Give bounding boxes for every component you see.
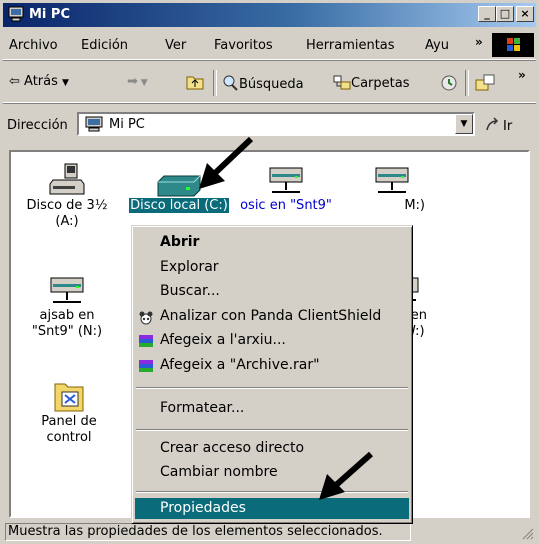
item-label: (A:): [55, 214, 79, 229]
item-label: osic en "Snt9": [240, 198, 332, 213]
ctx-search[interactable]: Buscar...: [160, 283, 220, 299]
go-label: Ir: [503, 119, 513, 134]
chevron-down-icon: ▼: [460, 119, 468, 129]
annotation-arrow-icon: [199, 136, 254, 189]
status-bar: Muestra las propiedades de los elementos…: [3, 522, 536, 542]
toolbar: ⇦ Atrás ▼ ➡ ▼ Búsqueda Carpetas »: [3, 62, 536, 103]
annotation-arrow-icon: [319, 451, 373, 500]
network-drive-icon: [50, 277, 84, 303]
item-label: "Snt9" (N:): [31, 324, 103, 339]
network-drive-m-item[interactable]: M:): [357, 162, 427, 214]
ctx-explore[interactable]: Explorar: [160, 259, 219, 275]
menu-favoritos[interactable]: Favoritos: [214, 38, 273, 53]
ctx-add-archive[interactable]: Afegeix a l'arxiu...: [160, 332, 286, 348]
ctx-create-shortcut[interactable]: Crear acceso directo: [160, 440, 304, 456]
menu-edicion[interactable]: Edición: [81, 38, 128, 53]
control-panel-item[interactable]: Panel de control: [29, 378, 109, 446]
toolbar-more-chevron[interactable]: »: [518, 68, 526, 82]
back-arrow-icon: ⇦: [9, 74, 25, 89]
minimize-button[interactable]: _: [478, 6, 496, 22]
item-label: M:): [404, 198, 425, 213]
ctx-rename[interactable]: Cambiar nombre: [160, 464, 278, 480]
resize-grip-icon[interactable]: [520, 526, 534, 540]
folders-icon: [333, 75, 351, 90]
network-drive-icon: [375, 167, 409, 193]
floppy-drive-icon: [49, 163, 85, 195]
windows-logo: [492, 33, 534, 57]
network-drive-n-item[interactable]: ajsab en "Snt9" (N:): [19, 272, 115, 340]
folders-label: Carpetas: [351, 76, 410, 91]
menu-archivo[interactable]: Archivo: [9, 38, 58, 53]
item-label: Panel de: [41, 414, 97, 429]
ctx-scan-panda[interactable]: Analizar con Panda ClientShield: [160, 308, 381, 324]
menu-separator: [136, 429, 408, 431]
ctx-format[interactable]: Formatear...: [160, 400, 244, 416]
menu-bar: Archivo Edición Ver Favoritos Herramient…: [3, 31, 536, 60]
address-bar: Dirección Mi PC ▼ Ir: [3, 105, 536, 145]
move-to-button[interactable]: [475, 74, 497, 92]
go-arrow-icon: [486, 117, 499, 131]
forward-button[interactable]: ➡ ▼: [127, 74, 148, 89]
back-dropdown-icon[interactable]: ▼: [62, 78, 69, 88]
status-text: Muestra las propiedades de los elementos…: [5, 523, 411, 541]
item-label: ajsab en: [39, 308, 95, 323]
menu-more-chevron[interactable]: »: [475, 35, 483, 49]
go-button[interactable]: Ir: [485, 117, 512, 134]
search-icon: [223, 75, 238, 91]
history-button[interactable]: [439, 74, 459, 92]
my-computer-icon: [8, 6, 24, 22]
menu-separator: [136, 387, 408, 389]
forward-arrow-icon: ➡: [127, 74, 138, 89]
move-to-icon: [475, 74, 495, 91]
ctx-properties[interactable]: Propiedades: [160, 500, 246, 516]
title-bar[interactable]: Mi PC _ □ ×: [3, 3, 536, 27]
address-value: Mi PC: [109, 117, 145, 132]
address-field[interactable]: Mi PC ▼: [77, 112, 475, 136]
history-icon: [441, 75, 457, 91]
item-label: control: [46, 430, 92, 445]
up-folder-button[interactable]: [186, 74, 204, 91]
toolbar-separator: [465, 70, 469, 96]
folder-up-icon: [186, 76, 204, 90]
address-label: Dirección: [7, 118, 68, 133]
ctx-open[interactable]: Abrir: [160, 234, 199, 250]
address-dropdown-button[interactable]: ▼: [455, 114, 473, 134]
item-label-selected: Disco local (C:): [129, 198, 229, 213]
control-panel-icon: [54, 383, 84, 412]
back-label: Atrás: [24, 74, 58, 89]
search-label: Búsqueda: [239, 77, 304, 92]
back-button[interactable]: ⇦ Atrás ▼: [9, 74, 69, 89]
toolbar-separator: [213, 70, 217, 96]
my-computer-icon: [85, 116, 103, 132]
panda-icon: [139, 311, 153, 325]
explorer-window: Mi PC _ □ × Archivo Edición Ver Favorito…: [0, 0, 539, 544]
maximize-button[interactable]: □: [496, 6, 514, 22]
item-label: Disco de 3½: [26, 198, 108, 213]
forward-dropdown-icon: ▼: [137, 78, 148, 88]
menu-herramientas[interactable]: Herramientas: [306, 38, 395, 53]
window-title: Mi PC: [29, 7, 70, 22]
ctx-add-archive-rar[interactable]: Afegeix a "Archive.rar": [160, 357, 320, 373]
winrar-icon: [139, 360, 153, 372]
winrar-icon: [139, 335, 153, 347]
search-button[interactable]: Búsqueda: [221, 74, 304, 92]
menu-ayuda[interactable]: Ayu: [425, 38, 449, 53]
windows-flag-icon: [507, 38, 520, 51]
network-drive-icon: [269, 167, 303, 193]
menu-ver[interactable]: Ver: [165, 38, 186, 53]
folders-button[interactable]: Carpetas: [333, 74, 409, 91]
floppy-drive-item[interactable]: Disco de 3½ (A:): [19, 162, 115, 230]
close-button[interactable]: ×: [516, 6, 534, 22]
